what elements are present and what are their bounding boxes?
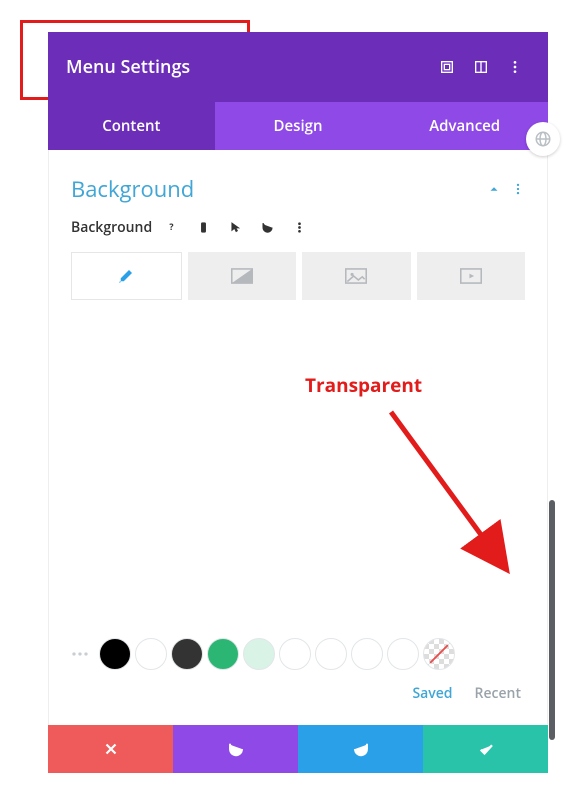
help-icon[interactable]: ? (158, 214, 184, 240)
tab-content[interactable]: Content (48, 102, 215, 150)
settings-tabs: Content Design Advanced (48, 102, 548, 150)
reset-icon[interactable] (254, 214, 280, 240)
tab-advanced[interactable]: Advanced (381, 102, 548, 150)
swatch-bar (71, 638, 525, 670)
panel-footer (48, 725, 548, 773)
swatch-color[interactable] (99, 638, 131, 670)
undo-button[interactable] (173, 725, 298, 773)
cancel-button[interactable] (48, 725, 173, 773)
scrollbar-thumb[interactable] (549, 500, 555, 740)
field-label-background: Background (71, 218, 152, 237)
swatch-transparent[interactable] (423, 638, 455, 670)
swatch-color[interactable] (243, 638, 275, 670)
palette-tab-saved[interactable]: Saved (412, 684, 452, 703)
swatch-color[interactable] (135, 638, 167, 670)
swatch-color[interactable] (387, 638, 419, 670)
color-canvas: Transparent (71, 310, 525, 630)
hover-icon[interactable] (222, 214, 248, 240)
section-title[interactable]: Background (71, 174, 477, 204)
arrow-icon (361, 402, 531, 592)
responsive-icon[interactable] (190, 214, 216, 240)
swatch-color[interactable] (207, 638, 239, 670)
section-more-icon[interactable] (511, 182, 525, 196)
swatch-ellipsis-icon[interactable] (71, 648, 89, 660)
bg-type-image[interactable] (302, 252, 411, 300)
redo-button[interactable] (298, 725, 423, 773)
collapse-icon[interactable] (487, 182, 501, 196)
globe-icon[interactable] (526, 122, 560, 156)
columns-icon[interactable] (466, 52, 496, 82)
bg-type-color[interactable] (71, 252, 182, 300)
swatch-color[interactable] (279, 638, 311, 670)
field-more-icon[interactable] (286, 214, 312, 240)
panel-body: Background Background ? (48, 150, 548, 725)
expand-icon[interactable] (432, 52, 462, 82)
swatch-color[interactable] (315, 638, 347, 670)
panel-title: Menu Settings (66, 55, 428, 79)
bg-type-video[interactable] (417, 252, 526, 300)
callout-transparent: Transparent (305, 372, 422, 398)
more-icon[interactable] (500, 52, 530, 82)
swatch-color[interactable] (351, 638, 383, 670)
bg-type-gradient[interactable] (188, 252, 297, 300)
panel-header: Menu Settings (48, 32, 548, 102)
swatch-color[interactable] (171, 638, 203, 670)
palette-tab-recent[interactable]: Recent (475, 684, 521, 703)
menu-settings-panel: Menu Settings Content Design Advanced Ba… (48, 32, 548, 773)
tab-design[interactable]: Design (215, 102, 382, 150)
confirm-button[interactable] (423, 725, 548, 773)
svg-text:?: ? (169, 221, 173, 233)
